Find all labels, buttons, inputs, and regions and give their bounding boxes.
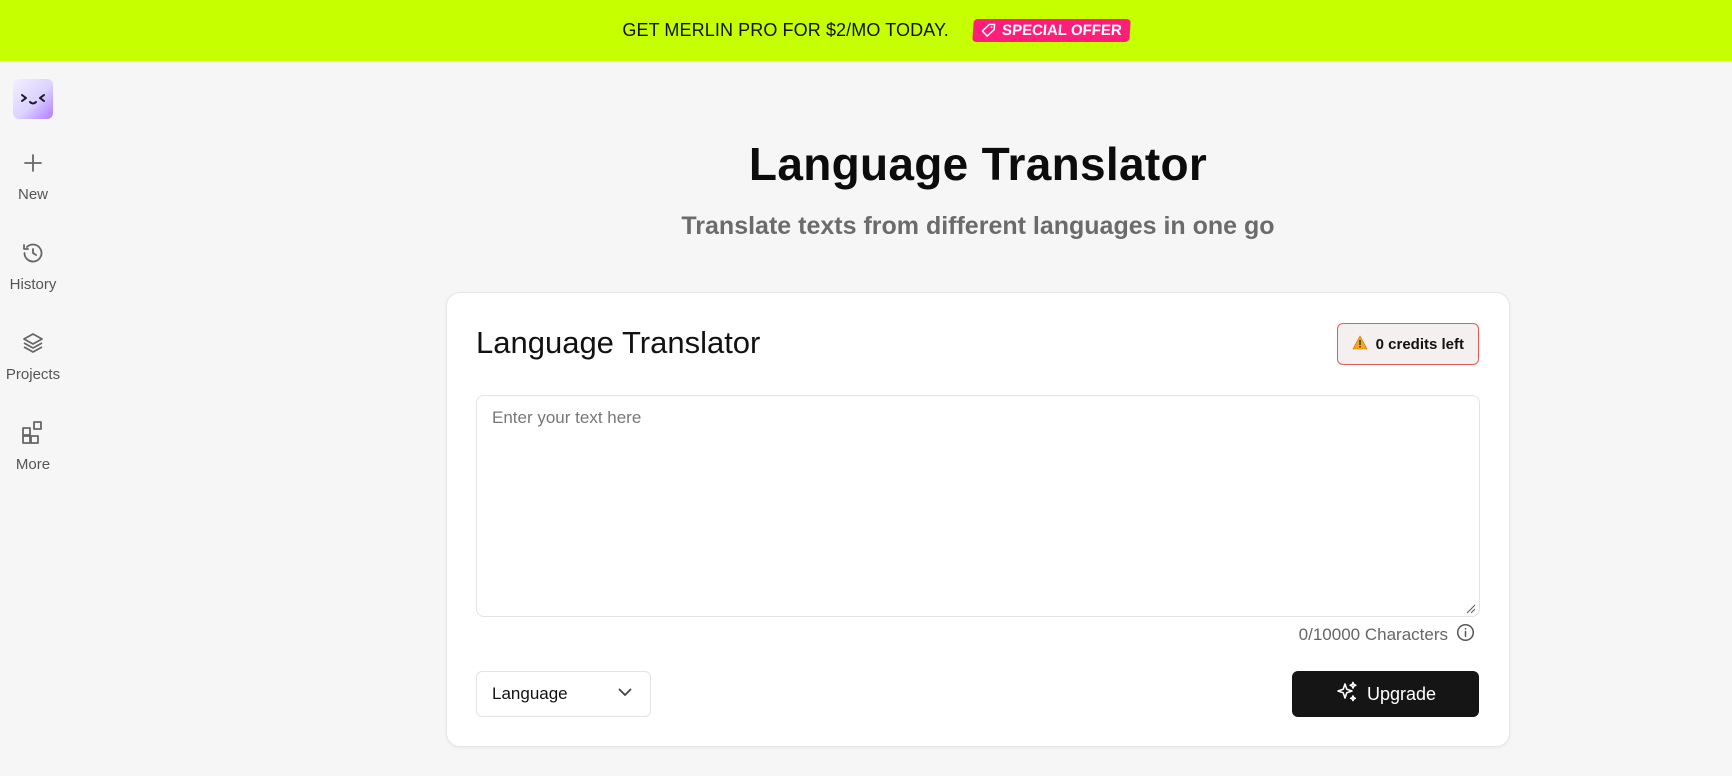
credits-label: 0 credits left — [1375, 335, 1464, 353]
plus-icon — [19, 149, 47, 177]
sidebar-item-new[interactable]: New — [0, 149, 66, 203]
language-select[interactable]: Language — [476, 671, 651, 717]
text-input[interactable] — [477, 396, 1479, 616]
upgrade-button[interactable]: Upgrade — [1292, 671, 1479, 717]
special-offer-label: SPECIAL OFFER — [1001, 22, 1123, 39]
info-icon[interactable] — [1456, 623, 1475, 647]
promo-text: GET MERLIN PRO FOR $2/MO TODAY. — [622, 20, 949, 40]
special-offer-badge[interactable]: SPECIAL OFFER — [972, 19, 1131, 42]
promo-banner[interactable]: GET MERLIN PRO FOR $2/MO TODAY. SPECIAL … — [0, 0, 1732, 61]
sidebar-item-label: Projects — [5, 366, 61, 383]
apps-icon — [19, 419, 47, 447]
language-select-value: Language — [492, 684, 568, 703]
chevron-down-icon — [616, 683, 634, 706]
card-title: Language Translator — [476, 325, 761, 360]
sidebar-item-history[interactable]: History — [0, 239, 66, 293]
sparkles-icon — [1335, 680, 1359, 709]
page-title: Language Translator — [748, 138, 1208, 190]
sidebar-item-more[interactable]: More — [0, 419, 66, 473]
layers-icon — [19, 329, 47, 357]
upgrade-label: Upgrade — [1366, 683, 1437, 704]
page-subtitle: Translate texts from different languages… — [681, 212, 1275, 240]
credits-badge[interactable]: 0 credits left — [1336, 323, 1479, 365]
sidebar-item-label: New — [17, 186, 48, 203]
translator-card: Language Translator 0 credits left 0/100… — [446, 292, 1510, 747]
character-counter: 0/10000 Characters — [1299, 623, 1475, 647]
resize-handle-icon[interactable] — [1464, 601, 1476, 614]
tag-icon — [980, 23, 996, 38]
merlin-logo-icon[interactable] — [13, 79, 53, 119]
history-icon — [19, 239, 47, 267]
warning-icon — [1352, 335, 1368, 354]
sidebar-item-projects[interactable]: Projects — [0, 329, 66, 383]
text-input-wrapper — [476, 395, 1480, 617]
sidebar: New History Projects More — [0, 61, 66, 776]
sidebar-item-label: More — [15, 456, 51, 473]
character-count-label: 0/10000 Characters — [1298, 625, 1448, 644]
sidebar-item-label: History — [9, 276, 57, 293]
